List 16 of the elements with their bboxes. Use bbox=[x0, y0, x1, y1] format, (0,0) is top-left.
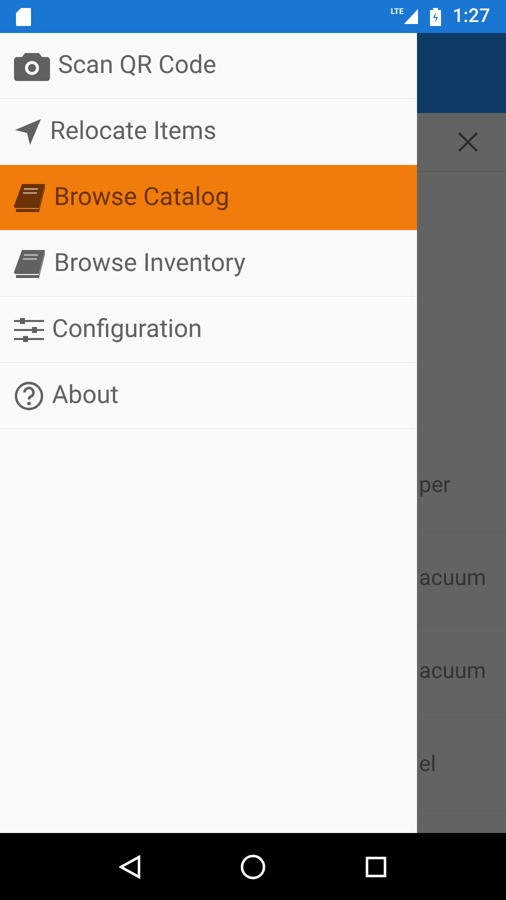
help-icon bbox=[14, 380, 44, 410]
sd-card-icon bbox=[16, 8, 31, 26]
book-icon bbox=[14, 248, 46, 278]
sliders-icon bbox=[14, 316, 44, 342]
camera-icon bbox=[14, 50, 50, 80]
recents-icon[interactable] bbox=[364, 856, 387, 878]
drawer-item[interactable]: Browse Catalog bbox=[0, 165, 417, 231]
signal-icon bbox=[404, 9, 418, 24]
home-icon[interactable] bbox=[240, 854, 266, 880]
network-label: LTE bbox=[390, 6, 404, 18]
clock: 1:27 bbox=[452, 3, 490, 30]
back-icon[interactable] bbox=[119, 854, 142, 878]
battery-icon bbox=[430, 8, 441, 26]
navigation-arrow-icon bbox=[14, 118, 42, 146]
book-icon bbox=[14, 182, 46, 212]
close-icon bbox=[458, 132, 478, 152]
